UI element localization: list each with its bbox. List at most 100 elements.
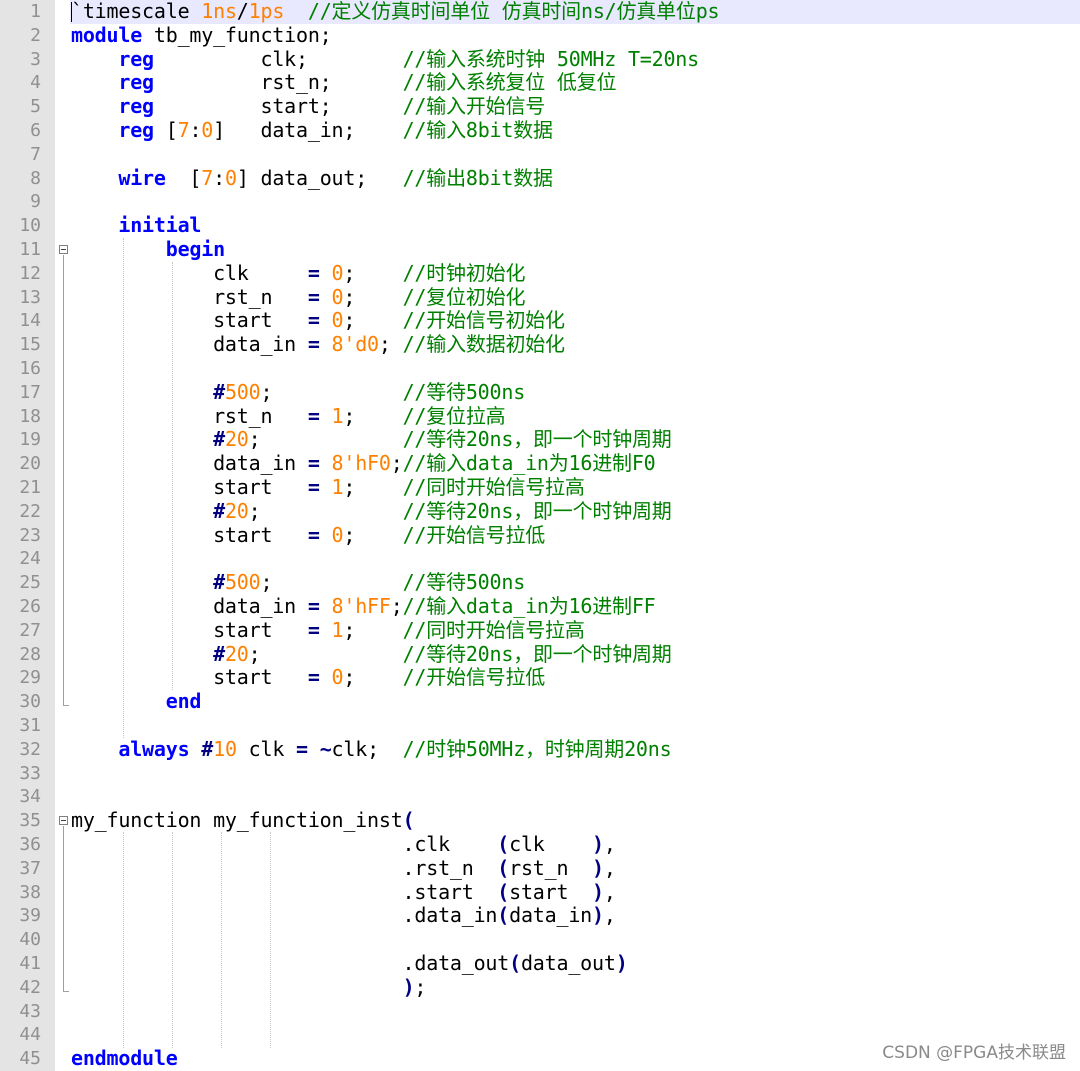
code-line[interactable]: #20; //等待20ns，即一个时钟周期: [71, 498, 672, 524]
line-number: 13: [19, 286, 41, 308]
code-line[interactable]: `timescale 1ns/1ps //定义仿真时间单位 仿真时间ns/仿真单…: [71, 0, 720, 24]
code-line[interactable]: .data_in(data_in),: [71, 903, 616, 928]
code-token: ,: [603, 903, 616, 928]
line-number: 34: [19, 786, 41, 808]
code-token: 7: [177, 118, 190, 142]
code-line[interactable]: .data_out(data_out): [71, 951, 628, 976]
code-editor[interactable]: `timescale 1ns/1ps //定义仿真时间单位 仿真时间ns/仿真单…: [0, 0, 1080, 1071]
code-line[interactable]: #500; //等待500ns: [71, 570, 525, 595]
line-number: 1: [30, 1, 41, 22]
code-line[interactable]: initial: [71, 213, 201, 238]
code-token: clk: [236, 736, 297, 761]
line-number: 17: [19, 381, 41, 403]
code-token: #: [213, 379, 225, 404]
code-line[interactable]: start = 1; //同时开始信号拉高: [71, 617, 585, 643]
code-line[interactable]: start = 0; //开始信号拉低: [71, 665, 545, 690]
code-line[interactable]: rst_n = 0; //复位初始化: [71, 284, 525, 310]
line-number: 43: [19, 1000, 41, 1022]
line-number: 12: [19, 262, 41, 284]
code-line[interactable]: begin: [71, 237, 225, 262]
line-number: 28: [19, 643, 41, 665]
code-line[interactable]: #500; //等待500ns: [71, 379, 525, 405]
code-token: (: [497, 879, 510, 904]
code-line[interactable]: data_in = 8'hF0;//输入data_in为16进制F0: [71, 451, 656, 476]
code-line[interactable]: reg rst_n; //输入系统复位 低复位: [71, 70, 617, 95]
code-token: //等待20ns，即一个时钟周期: [402, 427, 672, 452]
code-line[interactable]: module tb_my_function;: [71, 22, 332, 48]
code-token: endmodule: [71, 1046, 178, 1071]
code-token: 20: [224, 498, 249, 523]
code-line[interactable]: end: [71, 689, 202, 714]
code-token: ;: [248, 427, 403, 452]
line-number: 30: [19, 691, 41, 713]
code-token: ;: [343, 522, 403, 547]
code-token: start: [71, 308, 308, 333]
code-token: 0: [331, 522, 344, 547]
code-token: 1ns: [201, 0, 237, 23]
code-line[interactable]: reg clk; //输入系统时钟 50MHz T=20ns: [71, 47, 699, 72]
code-line[interactable]: always #10 clk = ~clk; //时钟50MHz，时钟周期20n…: [71, 736, 672, 762]
code-token: rst_n: [71, 284, 308, 309]
fold-toggle-icon[interactable]: [59, 816, 68, 825]
line-number: 21: [19, 477, 41, 498]
code-token: 20: [224, 641, 249, 666]
line-number: 35: [19, 810, 41, 832]
code-token: reg: [118, 118, 154, 142]
code-token: [: [165, 165, 202, 190]
line-number: 41: [19, 953, 41, 974]
code-token: 8'hF0: [331, 451, 391, 476]
code-token: //输入系统复位 低复位: [402, 70, 617, 95]
code-line[interactable]: .clk (clk ),: [71, 832, 616, 857]
code-line[interactable]: start = 0; //开始信号初始化: [71, 308, 565, 333]
code-token: data_in: [71, 594, 308, 618]
code-token: #: [213, 641, 225, 666]
code-token: 1: [331, 617, 344, 642]
code-token: start: [71, 665, 308, 690]
code-line[interactable]: my_function my_function_inst(: [71, 808, 415, 833]
code-token: ): [615, 951, 628, 975]
fold-end-marker: [63, 705, 69, 706]
line-number: 5: [30, 96, 41, 118]
code-line[interactable]: .rst_n (rst_n ),: [71, 856, 616, 881]
code-line[interactable]: wire [7:0] data_out; //输出8bit数据: [71, 165, 553, 191]
code-token: =: [307, 451, 320, 476]
code-token: ;: [260, 379, 403, 404]
code-token: /: [236, 0, 249, 23]
code-token: //同时开始信号拉高: [402, 617, 585, 642]
code-token: =: [307, 284, 320, 309]
code-line[interactable]: clk = 0; //时钟初始化: [71, 260, 525, 286]
code-line[interactable]: reg start; //输入开始信号: [71, 94, 545, 119]
code-token: ;: [343, 403, 403, 428]
code-token: .start: [71, 879, 498, 904]
code-line[interactable]: start = 1; //同时开始信号拉高: [71, 475, 585, 500]
code-line[interactable]: );: [71, 975, 427, 1000]
code-token: ): [592, 832, 604, 856]
code-token: //时钟50MHz，时钟周期20ns: [402, 736, 672, 761]
code-line[interactable]: #20; //等待20ns，即一个时钟周期: [71, 427, 672, 452]
code-line[interactable]: data_in = 8'hFF;//输入data_in为16进制FF: [71, 594, 656, 619]
code-token: :: [189, 118, 202, 142]
code-token: 7: [201, 165, 214, 190]
code-token: module: [71, 22, 143, 47]
code-token: rst_n;: [153, 70, 403, 95]
code-token: ;: [343, 260, 403, 285]
code-line[interactable]: .start (start ),: [71, 879, 616, 905]
code-token: ;: [390, 451, 403, 476]
code-line[interactable]: start = 0; //开始信号拉低: [71, 522, 546, 548]
code-line[interactable]: rst_n = 1; //复位拉高: [71, 403, 506, 429]
code-token: 0: [331, 260, 344, 285]
code-line[interactable]: #20; //等待20ns，即一个时钟周期: [71, 641, 672, 667]
fold-line: [63, 826, 64, 991]
fold-toggle-icon[interactable]: [59, 245, 68, 254]
code-token: //开始信号拉低: [402, 522, 546, 547]
code-token: clk;: [331, 736, 403, 761]
code-line[interactable]: reg [7:0] data_in; //输入8bit数据: [71, 118, 553, 143]
code-line[interactable]: data_in = 8'd0; //输入数据初始化: [71, 332, 565, 357]
code-line[interactable]: endmodule: [71, 1046, 178, 1071]
